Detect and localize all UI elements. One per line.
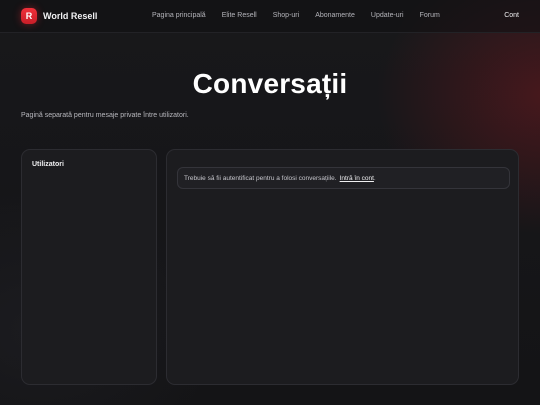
top-navigation-bar: R World Resell Pagina principală Elite R… — [0, 0, 540, 33]
nav-item-shops[interactable]: Shop-uri — [273, 12, 299, 19]
logo-badge-icon: R — [21, 8, 37, 24]
nav-item-forum[interactable]: Forum — [420, 12, 440, 19]
account-link[interactable]: Cont — [504, 12, 519, 19]
nav-item-elite-resell[interactable]: Elite Resell — [222, 12, 257, 19]
nav-item-home[interactable]: Pagina principală — [152, 12, 206, 19]
nav-item-updates[interactable]: Update-uri — [371, 12, 404, 19]
main-nav: Pagina principală Elite Resell Shop-uri … — [152, 12, 440, 19]
brand-logo[interactable]: R World Resell — [21, 8, 97, 24]
auth-notice-text: Trebuie să fii autentificat pentru a fol… — [184, 174, 337, 182]
conversation-panel: Trebuie să fii autentificat pentru a fol… — [166, 149, 519, 385]
nav-item-subscriptions[interactable]: Abonamente — [315, 12, 355, 19]
page-subtitle: Pagină separată pentru mesaje private în… — [21, 112, 189, 119]
auth-notice-suffix: . — [373, 174, 376, 182]
brand-name: World Resell — [43, 11, 98, 21]
users-panel: Utilizatori — [21, 149, 157, 385]
login-link[interactable]: Intră în cont — [340, 175, 374, 182]
auth-required-notice: Trebuie să fii autentificat pentru a fol… — [177, 167, 510, 189]
users-panel-heading: Utilizatori — [32, 161, 64, 168]
page-title: Conversații — [192, 68, 348, 99]
